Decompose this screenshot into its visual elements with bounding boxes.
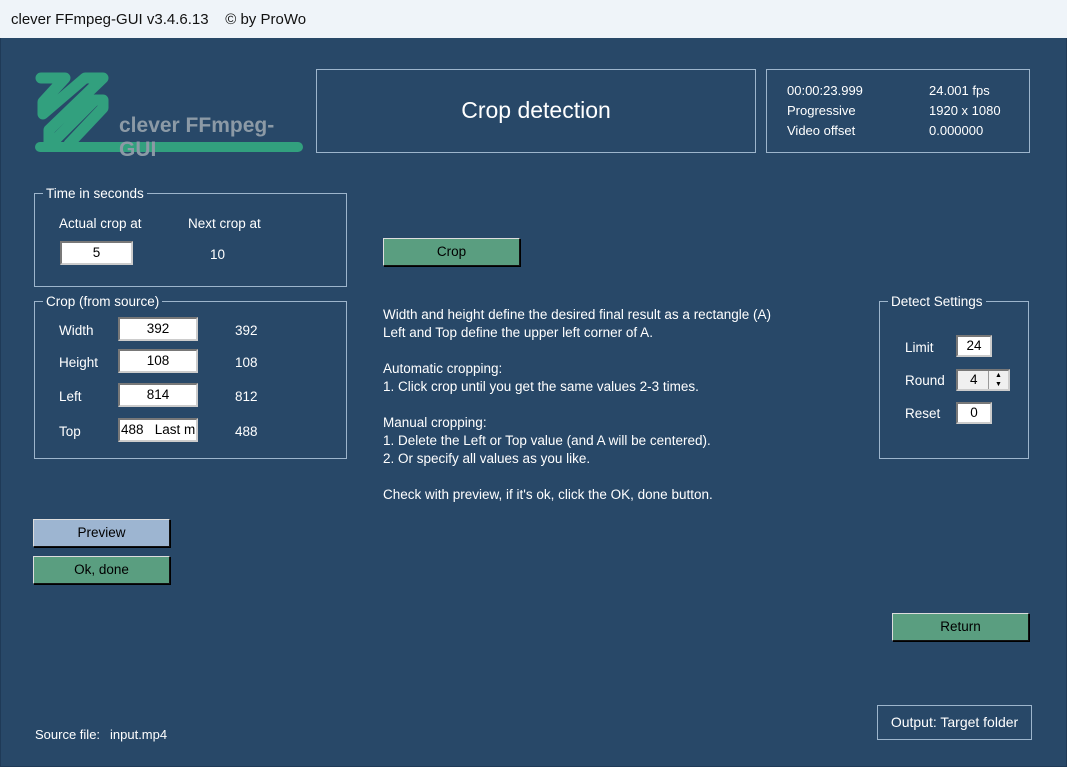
reset-input[interactable]: 0 bbox=[956, 402, 992, 424]
instruction-line: Automatic cropping: bbox=[383, 361, 503, 376]
fps: 24.001 fps bbox=[929, 83, 990, 98]
height-detected: 108 bbox=[235, 355, 258, 370]
height-label: Height bbox=[59, 355, 99, 370]
width-label: Width bbox=[59, 323, 94, 338]
time-group: Time in seconds bbox=[34, 186, 347, 287]
top-detected: 488 bbox=[235, 424, 258, 439]
actual-crop-label: Actual crop at bbox=[59, 216, 142, 231]
width-input[interactable]: 392 bbox=[118, 317, 198, 341]
next-crop-label: Next crop at bbox=[188, 216, 261, 231]
instruction-line: 1. Click crop until you get the same val… bbox=[383, 379, 699, 394]
height-input[interactable]: 108 bbox=[118, 349, 198, 373]
offset-value: 0.000000 bbox=[929, 123, 984, 138]
next-crop-value: 10 bbox=[210, 247, 226, 262]
instruction-line: Check with preview, if it's ok, click th… bbox=[383, 487, 713, 502]
round-value: 4 bbox=[970, 372, 978, 387]
source-file-label: Source file: bbox=[35, 727, 101, 742]
resolution: 1920 x 1080 bbox=[929, 103, 1001, 118]
page-title: Crop detection bbox=[461, 97, 611, 123]
limit-input[interactable]: 24 bbox=[956, 335, 992, 357]
limit-label: Limit bbox=[905, 340, 934, 355]
top-label: Top bbox=[59, 424, 81, 439]
actual-crop-input[interactable]: 5 bbox=[60, 241, 133, 265]
logo-text: clever FFmpeg-GUI bbox=[119, 114, 275, 161]
source-file-name: input.mp4 bbox=[110, 727, 168, 742]
offset-label: Video offset bbox=[787, 123, 856, 138]
return-button[interactable]: Return bbox=[892, 613, 1029, 641]
app-logo: clever FFmpeg-GUI bbox=[35, 70, 305, 161]
left-label: Left bbox=[59, 389, 82, 404]
video-info-panel: 00:00:23.999 24.001 fps Progressive 1920… bbox=[766, 69, 1030, 153]
reset-label: Reset bbox=[905, 406, 941, 421]
instruction-line: 1. Delete the Left or Top value (and A w… bbox=[383, 433, 711, 448]
width-detected: 392 bbox=[235, 323, 258, 338]
title-bar: clever FFmpeg-GUI v3.4.6.13 © by ProWo bbox=[0, 0, 1067, 38]
preview-button[interactable]: Preview bbox=[33, 519, 170, 547]
left-input[interactable]: 814 bbox=[118, 383, 198, 407]
scan-type: Progressive bbox=[787, 103, 856, 118]
instruction-line: Manual cropping: bbox=[383, 415, 487, 430]
duration: 00:00:23.999 bbox=[787, 83, 863, 98]
main-window: clever FFmpeg-GUI Crop detection 00:00:2… bbox=[1, 38, 1066, 766]
time-legend: Time in seconds bbox=[46, 186, 144, 201]
round-label: Round bbox=[905, 373, 945, 388]
round-spinner[interactable]: 4 ▲ ▼ bbox=[956, 369, 1010, 391]
detect-legend: Detect Settings bbox=[891, 294, 983, 309]
instruction-line: Left and Top define the upper left corne… bbox=[383, 325, 653, 340]
spinner-arrows-icon[interactable]: ▲ ▼ bbox=[988, 371, 1008, 389]
header-panel: Crop detection bbox=[316, 69, 756, 153]
instruction-line: 2. Or specify all values as you like. bbox=[383, 451, 591, 466]
crop-button[interactable]: Crop bbox=[383, 238, 520, 266]
instructions: Width and height define the desired fina… bbox=[383, 306, 771, 504]
output-target-folder-button[interactable]: Output: Target folder bbox=[877, 705, 1032, 740]
left-detected: 812 bbox=[235, 389, 258, 404]
ok-done-button[interactable]: Ok, done bbox=[33, 556, 170, 584]
top-input[interactable]: 488 Last m bbox=[118, 418, 198, 442]
instruction-line: Width and height define the desired fina… bbox=[383, 307, 771, 322]
crop-legend: Crop (from source) bbox=[46, 294, 160, 309]
